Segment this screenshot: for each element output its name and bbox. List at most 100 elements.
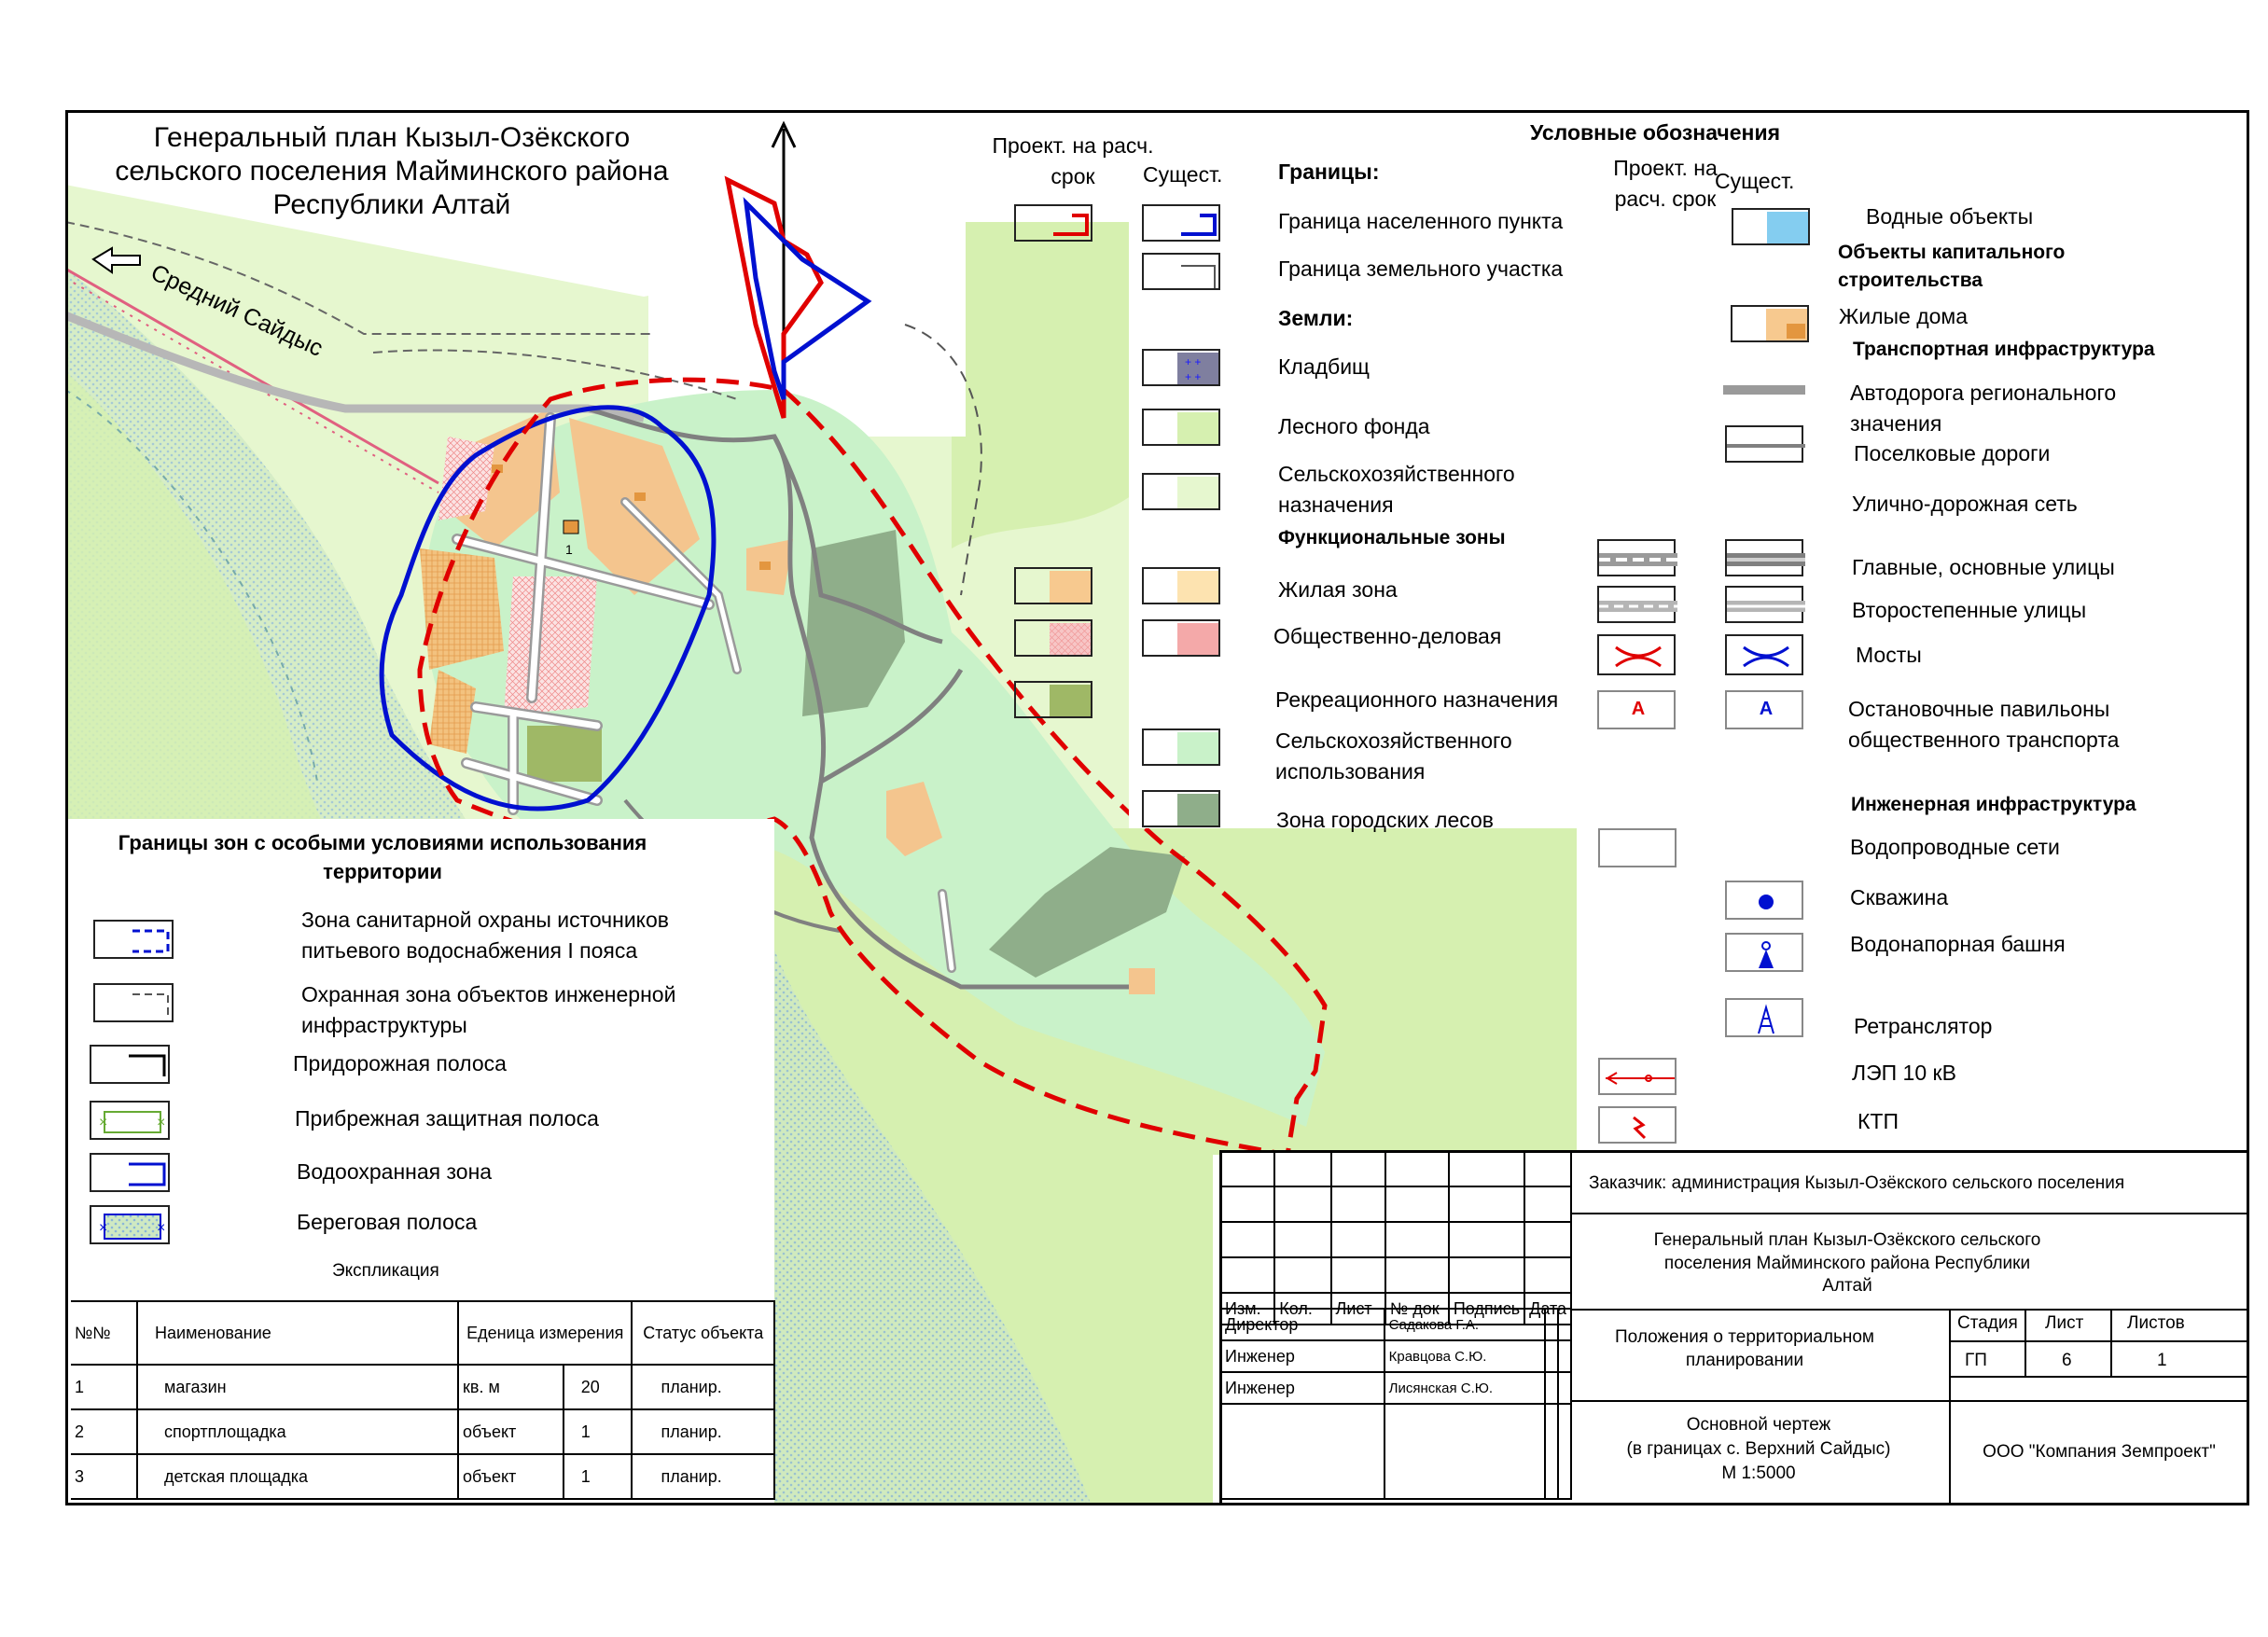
- stamp-role: Директор: [1219, 1308, 1385, 1341]
- swatch-water: [1732, 208, 1810, 245]
- legend-agricultural: Сельскохозяйственного назначения: [1278, 462, 1515, 517]
- swatch-agricultural: [1142, 473, 1220, 510]
- legend-water: Водные объекты: [1866, 204, 2034, 229]
- swatch-water-protection: [90, 1153, 170, 1192]
- swatch-agri-use: [1142, 728, 1220, 766]
- stamp-role: Инженер: [1219, 1339, 1385, 1373]
- swatch-residential-proj: [1014, 567, 1092, 604]
- legend-urban-forest: Зона городских лесов: [1276, 808, 1495, 832]
- swatch-secondary-street-proj: [1597, 586, 1677, 623]
- swatch-main-street-proj: [1597, 539, 1677, 576]
- legend-water-pipes: Водопроводные сети: [1850, 835, 2060, 859]
- svg-text:+ +: + +: [1185, 370, 1201, 383]
- swatch-houses: [1731, 305, 1809, 342]
- stamp-plan-title: Генеральный план Кызыл-Озёкского сельско…: [1653, 1230, 2041, 1297]
- stamp-sheets-header: Листов: [2127, 1313, 2185, 1333]
- svg-text:+ +: + +: [1185, 355, 1201, 368]
- stamp-drawing-bounds: (в границах с. Верхний Сайдыс): [1626, 1439, 1891, 1459]
- zone-roadside: Придорожная полоса: [293, 1051, 507, 1075]
- swatch-water-pipes: [1598, 828, 1677, 867]
- legend-houses: Жилые дома: [1839, 304, 1969, 328]
- legend-regional-road: Автодорога регионального значения: [1850, 381, 2117, 436]
- swatch-public-exist: [1142, 619, 1220, 657]
- stamp-client: Заказчик: администрация Кызыл-Озёкского …: [1589, 1173, 2125, 1193]
- legend-section-zones: Функциональные зоны: [1278, 527, 1506, 548]
- swatch-ktp: [1598, 1106, 1677, 1144]
- legend-forest-fund: Лесного фонда: [1278, 414, 1430, 438]
- legend-transport-title: Транспортная инфраструктура: [1853, 339, 2155, 360]
- legend-street-network: Улично-дорожная сеть: [1852, 492, 2078, 516]
- swatch-urban-forest: [1142, 790, 1220, 827]
- signatures-grid: Директор Садакова Г.А. Инженер Кравцова С.…: [1219, 1308, 1573, 1500]
- swatch-zone-engineering: [93, 983, 174, 1022]
- zone-water-protection: Водоохранная зона: [297, 1159, 493, 1184]
- zone-engineering: Охранная зона объектов инженерной инфрас…: [301, 982, 676, 1037]
- swatch-water-tower: [1725, 933, 1803, 972]
- legend-residential: Жилая зона: [1278, 577, 1398, 602]
- stamp-sheet: 6: [2062, 1351, 2072, 1370]
- legend-col-proj: Проект. на расч. срок: [992, 133, 1154, 188]
- stamp-sheet-header: Лист: [2045, 1313, 2084, 1333]
- stamp-person: Садакова Г.А.: [1383, 1308, 1546, 1341]
- legend-col-exist-right: Сущест.: [1715, 169, 1795, 193]
- legend-power-line: ЛЭП 10 кВ: [1852, 1061, 1956, 1085]
- zone-sanitary: Зона санитарной охраны источников питьев…: [301, 908, 670, 963]
- swatch-bridge-proj: [1597, 634, 1676, 675]
- zones-title: Границы зон с особыми условиями использо…: [118, 831, 647, 884]
- legend-bridges: Мосты: [1856, 643, 1922, 667]
- svg-text:×: ×: [157, 1220, 165, 1236]
- legend-capital-title: Объекты капитального строительства: [1838, 242, 2066, 291]
- swatch-coastal-strip: × ×: [90, 1101, 170, 1140]
- col-header-unit: Еденица измерения: [456, 1300, 633, 1366]
- legend-cemetery: Кладбищ: [1278, 354, 1370, 379]
- swatch-border-proj: [1014, 204, 1092, 242]
- legend-settlement-road: Поселковые дороги: [1854, 441, 2051, 465]
- swatch-residential-exist: [1142, 567, 1220, 604]
- swatch-stop-proj: А: [1597, 690, 1676, 729]
- swatch-repeater: [1725, 998, 1803, 1037]
- swatch-forest-fund: [1142, 409, 1220, 446]
- table-row: 2 спортплощадка объект 1 планир.: [71, 1408, 775, 1455]
- legend-section-lands: Земли:: [1278, 306, 1354, 330]
- swatch-power-line: [1598, 1058, 1677, 1095]
- stamp-sheets: 1: [2157, 1351, 2167, 1370]
- swatch-cemetery: + + + +: [1142, 349, 1220, 386]
- swatch-secondary-street-exist: [1725, 586, 1805, 623]
- legend-col-exist: Сущест.: [1143, 162, 1223, 187]
- swatch-land-plot-border: [1142, 253, 1220, 290]
- legend-repeater: Ретранслятор: [1854, 1014, 1993, 1038]
- swatch-regional-road: [1723, 371, 1805, 409]
- svg-text:×: ×: [99, 1115, 107, 1131]
- legend-main-streets: Главные, основные улицы: [1852, 555, 2115, 579]
- swatch-recreation-proj: [1014, 681, 1092, 718]
- stamp-person: Кравцова С.Ю.: [1383, 1339, 1546, 1373]
- swatch-stop-exist: А: [1725, 690, 1803, 729]
- stamp-person: Лисянская С.Ю.: [1383, 1371, 1546, 1405]
- stamp-scale: М 1:5000: [1721, 1464, 1796, 1483]
- legend-header: Условные обозначения: [1530, 120, 1781, 145]
- col-header-name: Наименование: [136, 1300, 459, 1366]
- swatch-bridge-exist: [1725, 634, 1803, 675]
- swatch-border-exist: [1142, 204, 1220, 242]
- col-header-number: №№: [71, 1300, 138, 1366]
- swatch-zone-sanitary: [93, 920, 174, 959]
- svg-text:×: ×: [157, 1115, 165, 1131]
- swatch-well: [1725, 881, 1803, 920]
- stamp-drawing: Основной чертеж: [1686, 1415, 1831, 1435]
- swatch-shoreline: × ×: [90, 1205, 170, 1244]
- revision-grid: Изм. Кол. Лист № док Подпись Дата: [1218, 1150, 1572, 1325]
- legend-agri-use: Сельскохозяйственного использования: [1275, 728, 1512, 784]
- swatch-public-proj: [1014, 619, 1092, 657]
- legend-water-tower: Водонапорная башня: [1850, 932, 2066, 956]
- stamp-company: ООО "Компания Земпроект": [1983, 1442, 2216, 1462]
- legend-land-plot-border: Граница земельного участка: [1278, 257, 1564, 281]
- legend-stops: Остановочные павильоны общественного тра…: [1848, 697, 2120, 752]
- zone-coastal: Прибрежная защитная полоса: [295, 1106, 599, 1131]
- svg-text:×: ×: [99, 1220, 107, 1236]
- swatch-settlement-road: [1725, 425, 1805, 463]
- stamp-stage-header: Стадия: [1957, 1313, 2018, 1333]
- table-row: 3 детская площадка объект 1 планир.: [71, 1453, 775, 1500]
- explication-table: №№ Наименование Еденица измерения Статус…: [71, 1300, 775, 1500]
- legend-secondary-streets: Второстепенные улицы: [1852, 598, 2087, 622]
- legend-settlement-border: Граница населенного пункта: [1278, 209, 1564, 233]
